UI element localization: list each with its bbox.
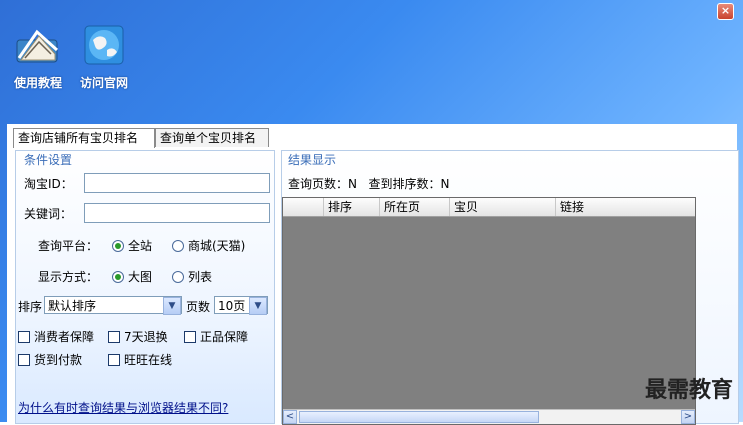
ranks-found: 查到排序数：N bbox=[368, 177, 450, 191]
checkbox-box bbox=[18, 331, 30, 343]
platform-tmall-radio[interactable]: 商城(天猫) bbox=[172, 237, 245, 254]
sort-label: 排序 bbox=[18, 300, 43, 314]
tutorial-button[interactable]: 使用教程 bbox=[6, 22, 70, 91]
chevron-down-icon: ▼ bbox=[163, 297, 181, 315]
main-content: 查询店铺所有宝贝排名 查询单个宝贝排名 条件设置 淘宝ID： 关键词： 查询平台… bbox=[7, 124, 739, 425]
tab-shop-ranking[interactable]: 查询店铺所有宝贝排名 bbox=[13, 128, 155, 148]
toolbar: 使用教程 访问官网 bbox=[0, 22, 743, 122]
cash-on-delivery-checkbox[interactable]: 货到付款 bbox=[18, 351, 82, 368]
wangwang-online-checkbox[interactable]: 旺旺在线 bbox=[108, 351, 172, 368]
radio-dot bbox=[172, 271, 184, 283]
display-large-radio[interactable]: 大图 bbox=[112, 268, 152, 285]
seven-day-return-checkbox[interactable]: 7天退换 bbox=[108, 328, 168, 345]
checkbox-box bbox=[184, 331, 196, 343]
col-link[interactable]: 链接 bbox=[555, 198, 695, 216]
radio-dot-selected bbox=[112, 240, 124, 252]
conditions-title: 条件设置 bbox=[24, 153, 73, 167]
help-link[interactable]: 为什么有时查询结果与浏览器结果不同? bbox=[18, 399, 228, 416]
pages-select[interactable]: 10页 ▼ bbox=[214, 296, 268, 315]
watermark: 最需教育 bbox=[644, 377, 733, 403]
pages-queried: 查询页数：N bbox=[288, 177, 357, 191]
chevron-down-icon: ▼ bbox=[249, 297, 267, 315]
conditions-panel: 条件设置 淘宝ID： 关键词： 查询平台： 全站 商城(天猫) 显示方式： 大图… bbox=[15, 150, 275, 424]
taobao-id-input[interactable] bbox=[84, 173, 270, 193]
pages-label: 页数 bbox=[186, 300, 211, 314]
tab-single-ranking[interactable]: 查询单个宝贝排名 bbox=[155, 128, 269, 147]
checkbox-box bbox=[108, 354, 120, 366]
sort-select[interactable]: 默认排序 ▼ bbox=[44, 296, 182, 315]
tutorial-icon bbox=[15, 22, 61, 68]
checkbox-box bbox=[108, 331, 120, 343]
platform-label: 查询平台： bbox=[38, 239, 99, 253]
checkbox-box bbox=[18, 354, 30, 366]
results-stats: 查询页数：N 查到排序数：N bbox=[288, 175, 449, 192]
grid-header: 排序 所在页 宝贝 链接 bbox=[283, 198, 695, 217]
results-title: 结果显示 bbox=[288, 153, 337, 167]
consumer-protection-checkbox[interactable]: 消费者保障 bbox=[18, 328, 94, 345]
col-page[interactable]: 所在页 bbox=[379, 198, 449, 216]
col-item[interactable]: 宝贝 bbox=[449, 198, 555, 216]
keyword-input[interactable] bbox=[84, 203, 270, 223]
col-rank[interactable]: 排序 bbox=[323, 198, 379, 216]
tutorial-label: 使用教程 bbox=[13, 76, 62, 90]
website-label: 访问官网 bbox=[79, 76, 128, 90]
authentic-checkbox[interactable]: 正品保障 bbox=[184, 328, 248, 345]
close-button[interactable]: × bbox=[717, 3, 734, 20]
taobao-id-label: 淘宝ID： bbox=[24, 177, 73, 191]
results-grid[interactable]: 排序 所在页 宝贝 链接 < > bbox=[282, 197, 696, 425]
app-window: × 使用教程 访问官网 查询店铺所有宝贝排名 查询单个宝贝排名 条件设置 淘宝I… bbox=[0, 0, 743, 425]
display-list-radio[interactable]: 列表 bbox=[172, 268, 212, 285]
display-label: 显示方式： bbox=[38, 270, 99, 284]
scroll-thumb[interactable] bbox=[299, 411, 539, 423]
keyword-label: 关键词： bbox=[24, 207, 73, 221]
grid-corner bbox=[283, 198, 323, 216]
radio-dot bbox=[172, 240, 184, 252]
globe-icon bbox=[81, 22, 127, 68]
platform-all-radio[interactable]: 全站 bbox=[112, 237, 152, 254]
radio-dot-selected bbox=[112, 271, 124, 283]
website-button[interactable]: 访问官网 bbox=[72, 22, 136, 91]
